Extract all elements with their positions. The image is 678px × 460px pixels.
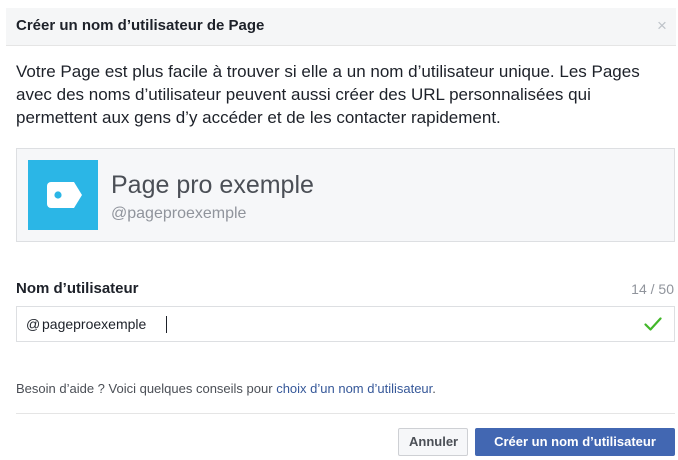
text-caret (166, 316, 167, 333)
username-label: Nom d’utilisateur (16, 280, 139, 297)
create-username-button[interactable]: Créer un nom d’utilisateur (475, 428, 675, 456)
character-count: 14 / 50 (631, 281, 674, 297)
help-link[interactable]: choix d’un nom d’utilisateur (276, 381, 432, 396)
help-text-suffix: . (432, 381, 436, 396)
close-icon[interactable]: × (652, 16, 672, 36)
help-text-prefix: Besoin d’aide ? Voici quelques conseils … (16, 381, 273, 396)
help-text: Besoin d’aide ? Voici quelques conseils … (16, 381, 436, 396)
cancel-button[interactable]: Annuler (398, 428, 468, 456)
create-username-dialog: Créer un nom d’utilisateur de Page × Vot… (0, 0, 678, 460)
page-avatar (28, 160, 98, 230)
intro-text: Votre Page est plus facile à trouver si … (16, 62, 640, 127)
dialog-title: Créer un nom d’utilisateur de Page (16, 17, 265, 34)
at-prefix: @ (26, 316, 41, 332)
username-input[interactable] (42, 313, 632, 335)
page-handle: @pageproexemple (111, 205, 247, 222)
username-field[interactable]: @ (16, 306, 675, 342)
footer-divider (16, 413, 675, 414)
checkmark-icon (644, 317, 662, 331)
tag-icon (47, 182, 82, 208)
page-preview-card: Page pro exemple @pageproexemple (16, 148, 675, 242)
page-name: Page pro exemple (111, 171, 314, 199)
dialog-header: Créer un nom d’utilisateur de Page × (6, 8, 676, 46)
